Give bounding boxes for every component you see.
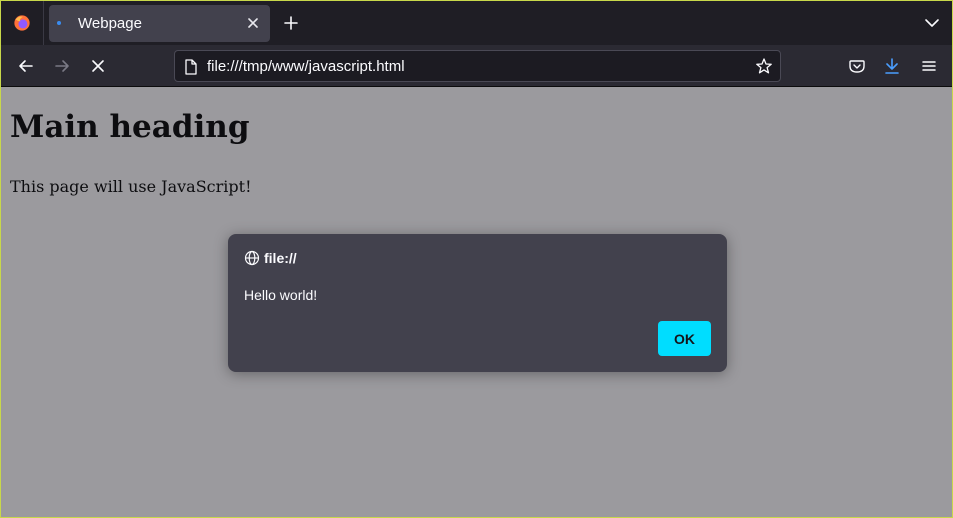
- ok-button[interactable]: OK: [658, 321, 711, 356]
- pocket-button[interactable]: [848, 57, 866, 75]
- page-heading: Main heading: [10, 109, 250, 145]
- firefox-logo-icon: [14, 15, 30, 31]
- url-text[interactable]: file:///tmp/www/javascript.html: [207, 58, 405, 75]
- page-paragraph: This page will use JavaScript!: [10, 177, 252, 196]
- close-icon: [248, 18, 258, 28]
- page-content: Main heading This page will use JavaScri…: [1, 87, 952, 517]
- page-icon: [185, 59, 197, 75]
- tab-close-button[interactable]: [244, 14, 262, 32]
- back-button[interactable]: [17, 57, 35, 75]
- forward-button[interactable]: [53, 57, 71, 75]
- downloads-button[interactable]: [883, 57, 901, 75]
- alert-dialog: file:// Hello world! OK: [228, 234, 727, 372]
- browser-window: Webpage file:///tmp/www/javascript.html …: [0, 0, 953, 518]
- firefox-view-button[interactable]: [1, 1, 44, 45]
- stop-button[interactable]: [89, 57, 107, 75]
- tab-loading-icon: [57, 21, 61, 25]
- list-all-tabs-button[interactable]: [924, 15, 940, 31]
- tab-webpage[interactable]: Webpage: [49, 5, 270, 42]
- tab-strip: Webpage: [1, 1, 952, 45]
- new-tab-button[interactable]: [281, 13, 301, 33]
- app-menu-button[interactable]: [920, 57, 938, 75]
- tab-title: Webpage: [78, 15, 142, 32]
- dialog-origin: file://: [264, 250, 297, 266]
- navigation-toolbar: file:///tmp/www/javascript.html: [1, 45, 952, 87]
- bookmark-star-button[interactable]: [755, 57, 773, 75]
- globe-icon: [244, 250, 260, 266]
- url-bar[interactable]: file:///tmp/www/javascript.html: [174, 50, 781, 82]
- dialog-message: Hello world!: [244, 287, 318, 303]
